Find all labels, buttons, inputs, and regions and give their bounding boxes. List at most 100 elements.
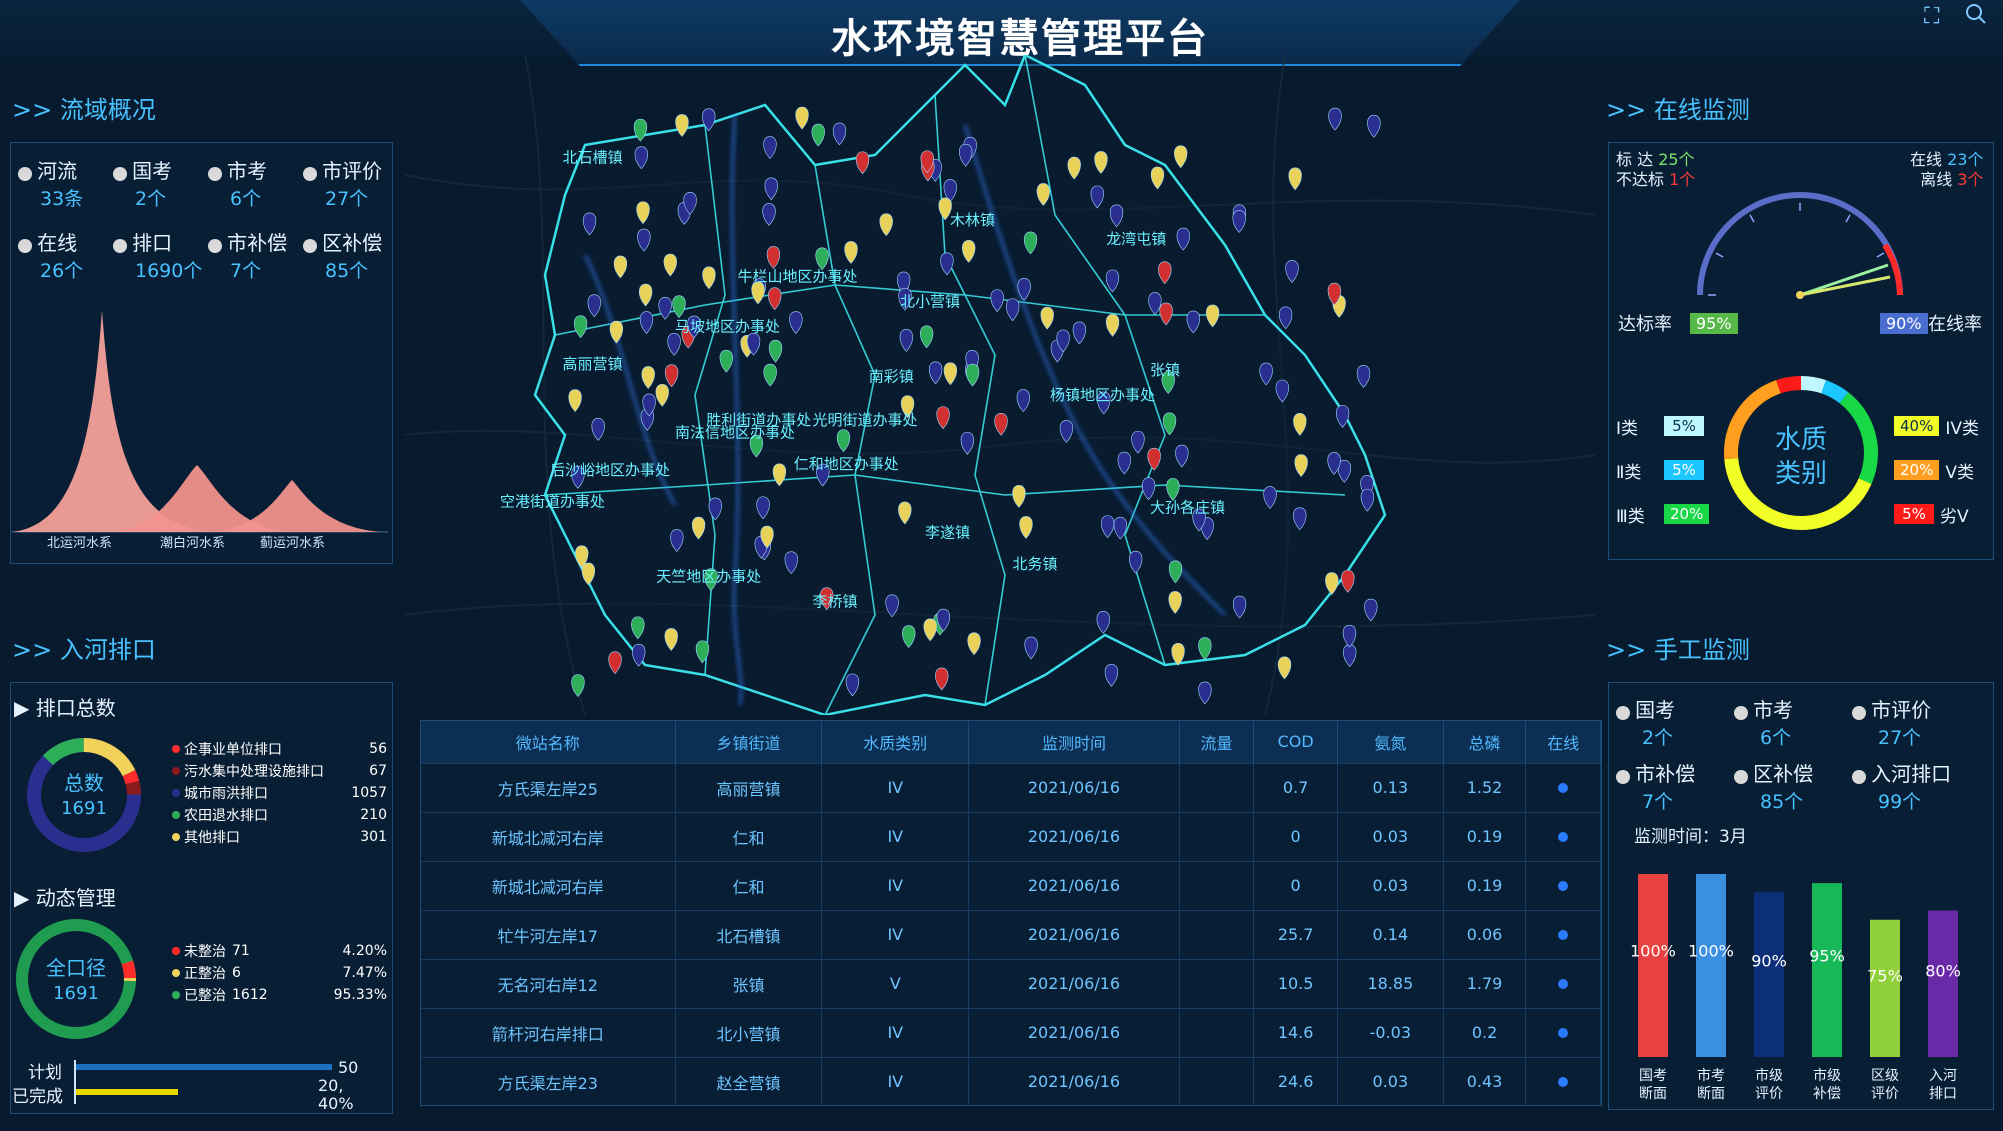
map-marker-pin-icon[interactable] [1278,306,1293,330]
table-header-cell[interactable]: 流量 [1179,721,1255,763]
stat-label: 市评价 [1871,698,1932,722]
basin-stat-2[interactable]: 市考 6个 [208,155,267,211]
stat-value: 85个 [325,260,369,282]
table-header-cell[interactable]: 乡镇街道 [675,721,823,763]
table-cell: IV [821,762,970,812]
district-map[interactable]: 北石槽镇牛栏山地区办事处 木林镇龙湾屯镇北小营镇高丽营镇 马坡地区办事处南彩镇杨镇地… [405,55,1600,715]
dynamic-name: 未整治 [184,944,226,960]
table-cell [1179,958,1255,1008]
bar-0[interactable] [1638,874,1668,1057]
table-cell: 2021/06/16 [968,958,1180,1008]
basin-label-2: 蓟运河水系 [260,536,325,550]
manual-stat-4[interactable]: 区补偿 85个 [1734,758,1813,814]
online-status-dot-icon [1558,832,1569,842]
basin-stat-4[interactable]: 在线 26个 [18,227,83,283]
rate-label: 达标率 [1618,314,1672,335]
table-header-cell[interactable]: 水质类别 [821,721,970,763]
map-marker-pin-icon[interactable] [1342,624,1357,648]
map-marker-pin-icon[interactable] [1277,656,1292,680]
manual-stat-1[interactable]: 市考 6个 [1734,694,1793,750]
map-marker-pin-icon[interactable] [1341,569,1355,593]
online-value: 23个 [1947,150,1984,169]
bar-category-label: 市级 [1755,1067,1783,1084]
map-marker-pin-icon[interactable] [1356,365,1371,388]
manual-stat-2[interactable]: 市评价 27个 [1852,694,1931,750]
manual-stat-0[interactable]: 国考 2个 [1616,694,1675,750]
basin-stat-1[interactable]: 国考 2个 [113,155,172,211]
bar-5[interactable] [1928,910,1958,1057]
table-row[interactable]: 新城北减河右岸 仁和 IV 2021/06/16 0 0.03 0.19 [421,811,1601,861]
table-cell: 0.19 [1443,811,1527,861]
bar-3[interactable] [1812,883,1842,1057]
manual-stat-3[interactable]: 市补偿 7个 [1616,758,1695,814]
stat-value: 1690个 [135,260,203,282]
table-cell [1179,811,1255,861]
stat-value: 27个 [1878,727,1922,749]
dynamic-legend: 未整治 71 4.20% 正整治 6 7.47% 已整治 1612 95.33% [172,940,387,1006]
manual-stat-5[interactable]: 入河排口 99个 [1852,758,1951,814]
quality-class-value: 5% [1664,416,1704,436]
done-bar [76,1089,178,1095]
table-cell: 方氏渠左岸23 [421,1056,676,1105]
table-cell: 高丽营镇 [675,762,823,812]
online-count-box: 在线 23个 离线 3个 [1910,150,1983,190]
table-header-cell[interactable]: 监测时间 [968,721,1180,763]
quality-classes-right: ⅠV类 40% V类 20% 劣V 5% [1894,404,1994,536]
table-row[interactable]: 牤牛河左岸17 北石槽镇 IV 2021/06/16 25.7 0.14 0.06 [421,909,1601,959]
quality-center-1: 水质 [1775,425,1827,455]
map-marker-pin-icon[interactable] [795,106,809,130]
basin-stat-0[interactable]: 河流 33条 [18,155,83,211]
table-cell: 1.52 [1443,762,1527,812]
bar-category-label: 评价 [1871,1086,1899,1102]
nonstandard-label: 不达标 [1616,170,1665,189]
bar-2[interactable] [1754,892,1784,1057]
map-marker-pin-icon[interactable] [811,123,825,147]
map-marker-pin-icon[interactable] [608,651,622,675]
map-marker-pin-icon[interactable] [571,674,585,697]
map-marker-pin-icon[interactable] [1364,598,1378,622]
table-cell: 北小营镇 [675,1007,823,1057]
table-row[interactable]: 箭杆河右岸排口 北小营镇 IV 2021/06/16 14.6 -0.03 0.2 [421,1007,1601,1057]
map-marker-pin-icon[interactable] [1367,114,1381,138]
table-header-cell[interactable]: 在线 [1525,721,1601,763]
bar-value-label: 80% [1925,961,1961,980]
table-cell [1179,1007,1255,1057]
bar-category-label: 断面 [1697,1086,1725,1102]
stat-value: 26个 [40,260,84,282]
table-header-cell[interactable]: 总磷 [1443,721,1527,763]
table-row[interactable]: 方氏渠左岸25 高丽营镇 IV 2021/06/16 0.7 0.13 1.52 [421,762,1601,812]
table-cell: 0.43 [1443,1056,1527,1105]
fullscreen-icon[interactable]: ⛶ [1924,4,1939,29]
basin-stat-3[interactable]: 市评价 27个 [303,155,382,211]
map-marker-pin-icon[interactable] [1328,107,1342,131]
bar-4[interactable] [1870,919,1900,1057]
bar-1[interactable] [1696,874,1726,1057]
map-marker-pin-icon[interactable] [1174,145,1188,169]
map-label-15: 大孙各庄镇 [1150,499,1225,517]
map-marker-pin-icon[interactable] [1288,167,1302,191]
table-row[interactable]: 新城北减河右岸 仁和 IV 2021/06/16 0 0.03 0.19 [421,860,1601,910]
table-header-cell[interactable]: 氨氮 [1337,721,1444,763]
basin-stat-7[interactable]: 区补偿 85个 [303,227,382,283]
map-marker-pin-icon[interactable] [1343,644,1357,668]
online-rate-label: 在线率 [1928,314,1982,335]
bar-value-label: 95% [1809,946,1845,965]
basin-stat-6[interactable]: 市补偿 7个 [208,227,287,283]
basin-stat-5[interactable]: 排口 1690个 [113,227,202,283]
map-marker-pin-icon[interactable] [832,122,847,146]
table-row[interactable]: 方氏渠左岸23 赵全营镇 IV 2021/06/16 24.6 0.03 0.43 [421,1056,1601,1105]
stat-label: 市补偿 [1635,762,1696,786]
table-header-cell[interactable]: COD [1253,721,1338,763]
dynamic-donut-value: 1691 [53,983,99,1004]
table-cell-online [1525,860,1601,910]
map-marker-pin-icon[interactable] [1285,260,1299,283]
table-row[interactable]: 无名河右岸12 张镇 V 2021/06/16 10.5 18.85 1.79 [421,958,1601,1008]
map-label-14: 仁和地区办事处 [794,455,899,473]
map-label-5: 高丽营镇 [563,355,623,373]
map-marker-pin-icon[interactable] [1104,663,1119,687]
map-marker-pin-icon[interactable] [1232,210,1246,233]
search-icon[interactable] [1964,2,1988,32]
bar-category-label: 入河 [1929,1068,1957,1084]
map-marker-pin-icon[interactable] [1198,681,1212,705]
table-header-cell[interactable]: 微站名称 [421,721,676,763]
